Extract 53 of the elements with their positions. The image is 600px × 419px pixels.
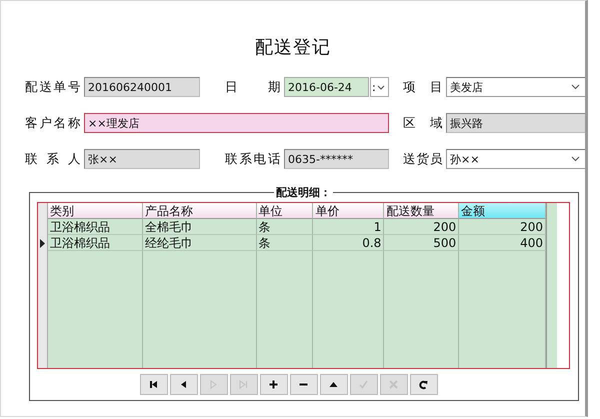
table-cell: 经纶毛巾: [142, 235, 257, 251]
check-icon: [358, 379, 369, 390]
column-header[interactable]: 金额: [459, 203, 546, 219]
column-header[interactable]: 类别: [48, 203, 143, 219]
field-label: 日 期: [225, 78, 281, 96]
chevron-down-icon: [376, 84, 385, 90]
plus-icon: [268, 379, 279, 390]
dropdown-field[interactable]: 美发店: [446, 77, 585, 97]
input-field[interactable]: 201606240001: [84, 77, 200, 97]
input-field[interactable]: 张××: [84, 149, 200, 169]
add-button[interactable]: [260, 374, 288, 395]
column-header[interactable]: 单位: [256, 203, 314, 219]
input-field[interactable]: 0635-******: [284, 149, 389, 169]
field-label: 客户名称: [25, 114, 81, 132]
previous-button[interactable]: [170, 374, 198, 395]
field-label: 联 系 人: [25, 150, 81, 168]
column-header[interactable]: 单价: [313, 203, 384, 219]
date-field[interactable]: 2016-06-24: [284, 77, 369, 97]
dropdown-field[interactable]: 孙××: [446, 149, 585, 169]
field-label: 联系电话: [225, 150, 281, 168]
field-label: 区 域: [403, 114, 443, 132]
row-pointer-icon: [40, 238, 45, 248]
input-field[interactable]: 振兴路: [446, 113, 585, 133]
column-header[interactable]: 产品名称: [142, 203, 257, 219]
table-cell: 全棉毛巾: [142, 219, 257, 235]
chevron-down-icon: [571, 84, 580, 90]
table-cell: 1: [313, 219, 384, 235]
field-label: 配送单号: [25, 78, 81, 96]
input-field[interactable]: ××理发店: [84, 113, 389, 133]
table-cell: 卫浴棉织品: [48, 235, 143, 251]
delete-button[interactable]: [290, 374, 318, 395]
table-cell: 200: [384, 219, 460, 235]
field-label: 项 目: [403, 78, 443, 96]
cross-icon: [388, 379, 399, 390]
refresh-button[interactable]: [410, 374, 438, 395]
field-label: 送货员: [403, 150, 443, 168]
skip-start-icon: [148, 379, 159, 390]
table-cell: 条: [256, 219, 314, 235]
skip-end-icon: [238, 379, 249, 390]
row-header: [38, 203, 48, 219]
table-cell: 卫浴棉织品: [48, 219, 143, 235]
table-cell: 0.8: [313, 235, 384, 251]
chevron-down-icon: [571, 156, 580, 162]
table-cell: 条: [256, 235, 314, 251]
group-title: 配送明细：: [275, 185, 332, 200]
date-dropdown-button[interactable]: :: [370, 77, 389, 97]
table-cell: 500: [384, 235, 460, 251]
right-triangle-icon: [208, 379, 219, 390]
scrollbar[interactable]: [546, 203, 557, 368]
first-record-button[interactable]: [140, 374, 168, 395]
refresh-icon: [418, 379, 429, 390]
form-title: 配送登记: [254, 36, 332, 60]
up-button[interactable]: [320, 374, 348, 395]
